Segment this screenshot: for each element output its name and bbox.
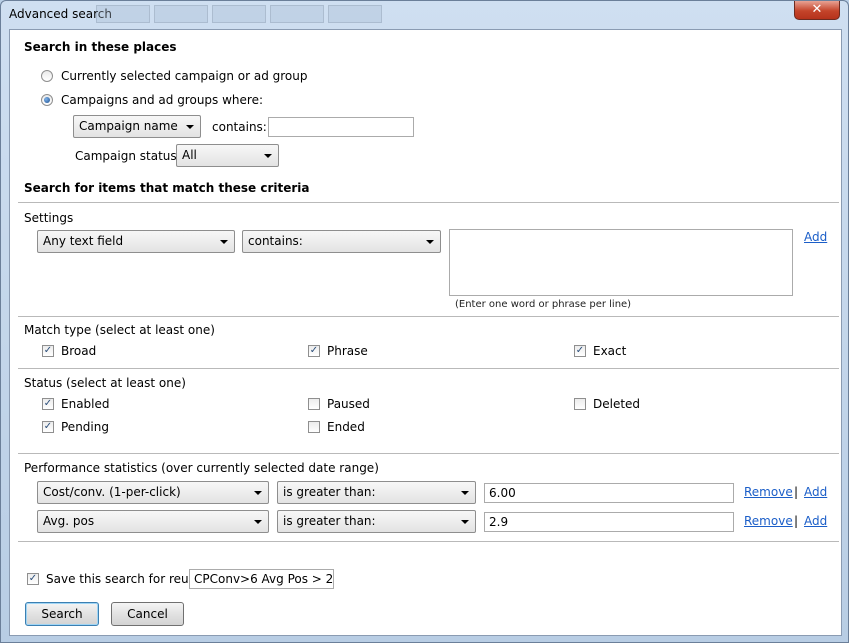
text-field-select[interactable]: Any text field xyxy=(37,230,235,253)
metric-operator-value-1: is greater than: xyxy=(283,485,376,499)
campaign-status-select[interactable]: All xyxy=(176,144,279,167)
cancel-button[interactable]: Cancel xyxy=(111,602,184,626)
text-operator-select[interactable]: contains: xyxy=(242,230,441,253)
radio-current-selection[interactable] xyxy=(41,70,53,82)
ended-label: Ended xyxy=(327,420,365,434)
metric-select-2[interactable]: Avg. pos xyxy=(37,510,269,533)
close-icon: ✕ xyxy=(811,2,823,17)
remove-link-1[interactable]: Remove xyxy=(744,485,793,499)
text-field-value: Any text field xyxy=(43,234,124,248)
title-bar[interactable]: Advanced search ✕ xyxy=(1,1,848,29)
background-tabs xyxy=(96,5,382,25)
broad-label: Broad xyxy=(61,344,97,358)
campaign-contains-input[interactable] xyxy=(268,117,414,137)
save-search-name-input[interactable]: CPConv>6 Avg Pos > 2.9 c xyxy=(189,569,334,589)
divider xyxy=(18,368,839,369)
broad-checkbox[interactable]: ✓ xyxy=(42,345,54,357)
divider xyxy=(18,453,839,454)
add-criteria-link[interactable]: Add xyxy=(804,230,827,244)
remove-link-2[interactable]: Remove xyxy=(744,514,793,528)
campaign-status-label: Campaign status: xyxy=(75,149,181,163)
ghost-tab xyxy=(270,5,324,23)
paused-checkbox[interactable] xyxy=(308,398,320,410)
chevron-down-icon xyxy=(254,520,262,524)
metric-value-1: Cost/conv. (1-per-click) xyxy=(43,485,181,499)
chevron-down-icon xyxy=(254,491,262,495)
phrase-label: Phrase xyxy=(327,344,368,358)
paused-label: Paused xyxy=(327,397,370,411)
pending-checkbox[interactable]: ✓ xyxy=(42,421,54,433)
text-operator-value: contains: xyxy=(248,234,303,248)
chevron-down-icon xyxy=(461,491,469,495)
exact-checkbox[interactable]: ✓ xyxy=(574,345,586,357)
save-search-label: Save this search for reuse xyxy=(46,572,203,586)
terms-hint: (Enter one word or phrase per line) xyxy=(455,299,632,310)
status-label: Status (select at least one) xyxy=(24,376,186,390)
divider xyxy=(18,541,839,542)
link-separator: | xyxy=(794,514,799,528)
contains-label: contains: xyxy=(212,120,267,134)
chevron-down-icon xyxy=(461,520,469,524)
settings-label: Settings xyxy=(24,211,74,225)
metric-operator-select-1[interactable]: is greater than: xyxy=(277,481,476,504)
phrase-checkbox[interactable]: ✓ xyxy=(308,345,320,357)
metric-value-input-1[interactable]: 6.00 xyxy=(484,483,734,503)
enabled-label: Enabled xyxy=(61,397,110,411)
metric-select-1[interactable]: Cost/conv. (1-per-click) xyxy=(37,481,269,504)
ghost-tab xyxy=(96,5,150,23)
search-terms-textarea[interactable] xyxy=(449,229,793,296)
metric-operator-select-2[interactable]: is greater than: xyxy=(277,510,476,533)
chevron-down-icon xyxy=(220,240,228,244)
ghost-tab xyxy=(212,5,266,23)
dialog-body: Search in these places Currently selecte… xyxy=(9,29,842,636)
performance-label: Performance statistics (over currently s… xyxy=(24,461,379,475)
search-button[interactable]: Search xyxy=(25,602,99,626)
ghost-tab xyxy=(154,5,208,23)
ghost-tab xyxy=(328,5,382,23)
places-heading: Search in these places xyxy=(24,40,177,54)
match-type-label: Match type (select at least one) xyxy=(24,323,215,337)
campaign-field-select[interactable]: Campaign name xyxy=(73,115,201,138)
enabled-checkbox[interactable]: ✓ xyxy=(42,398,54,410)
chevron-down-icon xyxy=(264,154,272,158)
ended-checkbox[interactable] xyxy=(308,421,320,433)
divider xyxy=(18,202,839,203)
advanced-search-dialog: Advanced search ✕ Search in these places… xyxy=(0,0,849,643)
radio-where-label: Campaigns and ad groups where: xyxy=(61,93,264,107)
chevron-down-icon xyxy=(426,240,434,244)
save-search-checkbox[interactable]: ✓ xyxy=(27,573,39,585)
campaign-status-value: All xyxy=(182,148,197,162)
metric-value-input-2[interactable]: 2.9 xyxy=(484,512,734,532)
divider xyxy=(18,316,839,317)
add-link-1[interactable]: Add xyxy=(804,485,827,499)
link-separator: | xyxy=(794,485,799,499)
radio-campaigns-where[interactable] xyxy=(41,94,53,106)
pending-label: Pending xyxy=(61,420,109,434)
chevron-down-icon xyxy=(186,125,194,129)
exact-label: Exact xyxy=(593,344,627,358)
metric-operator-value-2: is greater than: xyxy=(283,514,376,528)
campaign-field-value: Campaign name xyxy=(79,119,178,133)
deleted-label: Deleted xyxy=(593,397,641,411)
close-button[interactable]: ✕ xyxy=(794,1,840,20)
deleted-checkbox[interactable] xyxy=(574,398,586,410)
radio-current-label: Currently selected campaign or ad group xyxy=(61,69,308,83)
add-link-2[interactable]: Add xyxy=(804,514,827,528)
criteria-heading: Search for items that match these criter… xyxy=(24,181,310,195)
metric-value-2: Avg. pos xyxy=(43,514,95,528)
